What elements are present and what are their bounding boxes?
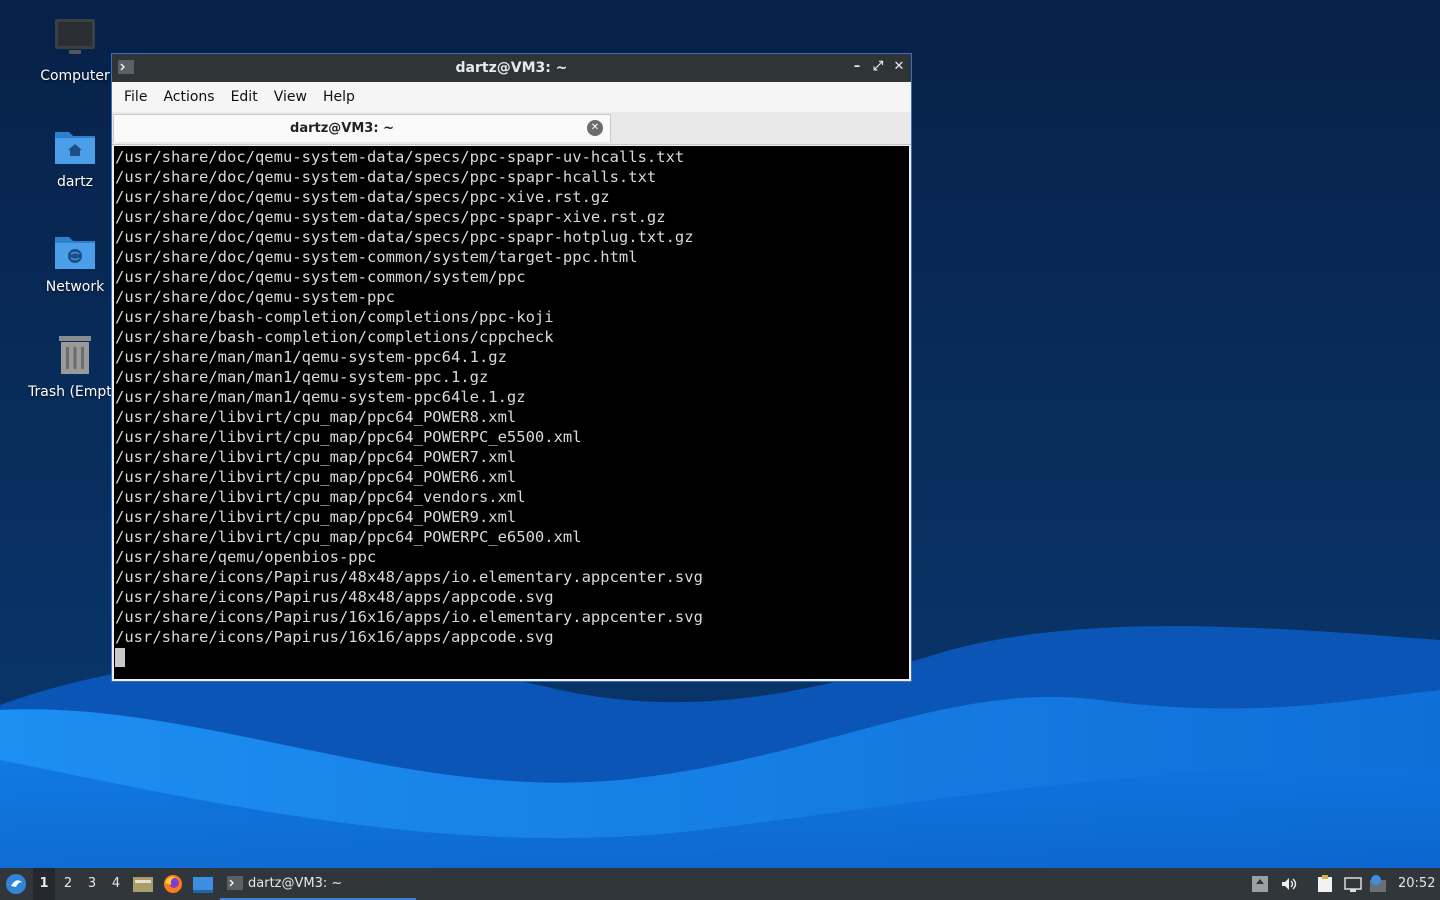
close-icon: ✕ bbox=[893, 59, 905, 74]
taskbar: 1 2 3 4 dartz@VM3: ~ 20:52 bbox=[0, 868, 1440, 900]
terminal-line: /usr/share/doc/qemu-system-data/specs/pp… bbox=[115, 148, 685, 166]
start-menu-button[interactable] bbox=[4, 868, 28, 900]
terminal-line: /usr/share/libvirt/cpu_map/ppc64_POWERPC… bbox=[115, 428, 582, 446]
minimize-button[interactable]: – bbox=[848, 58, 866, 76]
menu-edit[interactable]: Edit bbox=[223, 89, 266, 105]
desktop-icon-label: Trash (Empty) bbox=[28, 384, 120, 400]
network-icon[interactable] bbox=[1344, 875, 1362, 893]
terminal-line: /usr/share/man/man1/qemu-system-ppc64le.… bbox=[115, 388, 526, 406]
terminal-window[interactable]: dartz@VM3: ~ – ⤢ ✕ File Actions Edit Vie… bbox=[111, 53, 912, 682]
terminal-line: /usr/share/doc/qemu-system-data/specs/pp… bbox=[115, 228, 694, 246]
terminal-line: /usr/share/icons/Papirus/48x48/apps/appc… bbox=[115, 588, 554, 606]
terminal-line: /usr/share/libvirt/cpu_map/ppc64_POWER8.… bbox=[115, 408, 517, 426]
terminal-line: /usr/share/libvirt/cpu_map/ppc64_POWER9.… bbox=[115, 508, 517, 526]
window-title: dartz@VM3: ~ bbox=[455, 60, 568, 76]
terminal-line: /usr/share/libvirt/cpu_map/ppc64_POWER7.… bbox=[115, 448, 517, 466]
workspace-3[interactable]: 3 bbox=[81, 868, 103, 900]
minimize-icon: – bbox=[853, 59, 861, 74]
terminal-cursor bbox=[115, 648, 125, 667]
menu-actions[interactable]: Actions bbox=[155, 89, 222, 105]
terminal-icon bbox=[227, 876, 243, 890]
network-folder-icon bbox=[55, 237, 95, 269]
terminal-line: /usr/share/libvirt/cpu_map/ppc64_vendors… bbox=[115, 488, 526, 506]
show-desktop-icon bbox=[193, 877, 213, 893]
tab-close-icon[interactable]: ✕ bbox=[587, 120, 603, 136]
tab-terminal[interactable]: dartz@VM3: ~ ✕ bbox=[113, 114, 611, 142]
maximize-icon: ⤢ bbox=[872, 59, 884, 74]
taskbar-item-terminal[interactable]: dartz@VM3: ~ bbox=[220, 868, 416, 900]
maximize-button[interactable]: ⤢ bbox=[869, 58, 887, 76]
terminal-line: /usr/share/libvirt/cpu_map/ppc64_POWER6.… bbox=[115, 468, 517, 486]
terminal-line: /usr/share/doc/qemu-system-data/specs/pp… bbox=[115, 168, 657, 186]
terminal-line: /usr/share/icons/Papirus/16x16/apps/io.e… bbox=[115, 608, 703, 626]
update-notifier-icon[interactable] bbox=[1251, 875, 1269, 893]
computer-icon bbox=[55, 19, 95, 54]
terminal-line: /usr/share/doc/qemu-system-data/specs/pp… bbox=[115, 208, 666, 226]
terminal-line: /usr/share/doc/qemu-system-data/specs/pp… bbox=[115, 188, 610, 206]
terminal-lines: /usr/share/doc/qemu-system-data/specs/pp… bbox=[114, 147, 909, 647]
window-titlebar[interactable]: dartz@VM3: ~ – ⤢ ✕ bbox=[112, 54, 911, 82]
start-menu-icon bbox=[6, 874, 26, 894]
terminal-line: /usr/share/icons/Papirus/16x16/apps/appc… bbox=[115, 628, 554, 646]
workspace-1[interactable]: 1 bbox=[33, 868, 55, 900]
terminal-line: /usr/share/doc/qemu-system-common/system… bbox=[115, 248, 638, 266]
firefox-icon bbox=[164, 875, 182, 893]
clock[interactable]: 20:52 bbox=[1398, 868, 1438, 900]
clipboard-icon[interactable] bbox=[1316, 875, 1334, 893]
terminal-line: /usr/share/bash-completion/completions/c… bbox=[115, 328, 554, 346]
terminal-line: /usr/share/man/man1/qemu-system-ppc.1.gz bbox=[115, 368, 489, 386]
firefox-launcher[interactable] bbox=[163, 868, 185, 900]
terminal-output[interactable]: /usr/share/doc/qemu-system-data/specs/pp… bbox=[114, 146, 909, 679]
terminal-line: /usr/share/bash-completion/completions/p… bbox=[115, 308, 554, 326]
home-folder-icon bbox=[55, 132, 95, 164]
terminal-line: /usr/share/doc/qemu-system-common/system… bbox=[115, 268, 526, 286]
tab-bar: dartz@VM3: ~ ✕ bbox=[112, 112, 911, 145]
show-desktop-button[interactable] bbox=[193, 868, 215, 900]
terminal-line: /usr/share/qemu/openbios-ppc bbox=[115, 548, 377, 566]
taskbar-item-label: dartz@VM3: ~ bbox=[248, 876, 343, 891]
desktop-icon-trash[interactable]: Trash (Empty) bbox=[20, 332, 120, 400]
terminal-line: /usr/share/libvirt/cpu_map/ppc64_POWERPC… bbox=[115, 528, 582, 546]
file-manager-launcher[interactable] bbox=[133, 868, 155, 900]
menu-help[interactable]: Help bbox=[315, 89, 363, 105]
menu-bar: File Actions Edit View Help bbox=[112, 82, 911, 112]
file-manager-icon bbox=[133, 877, 153, 892]
terminal-line: /usr/share/man/man1/qemu-system-ppc64.1.… bbox=[115, 348, 507, 366]
update-icon[interactable] bbox=[1369, 875, 1387, 893]
menu-view[interactable]: View bbox=[266, 89, 315, 105]
terminal-line: /usr/share/doc/qemu-system-ppc bbox=[115, 288, 395, 306]
trash-icon bbox=[59, 336, 91, 374]
volume-icon[interactable] bbox=[1280, 875, 1298, 893]
workspace-4[interactable]: 4 bbox=[105, 868, 127, 900]
terminal-line: /usr/share/icons/Papirus/48x48/apps/io.e… bbox=[115, 568, 703, 586]
menu-file[interactable]: File bbox=[116, 89, 155, 105]
workspace-2[interactable]: 2 bbox=[57, 868, 79, 900]
close-button[interactable]: ✕ bbox=[890, 58, 908, 76]
tab-label: dartz@VM3: ~ bbox=[290, 121, 394, 136]
